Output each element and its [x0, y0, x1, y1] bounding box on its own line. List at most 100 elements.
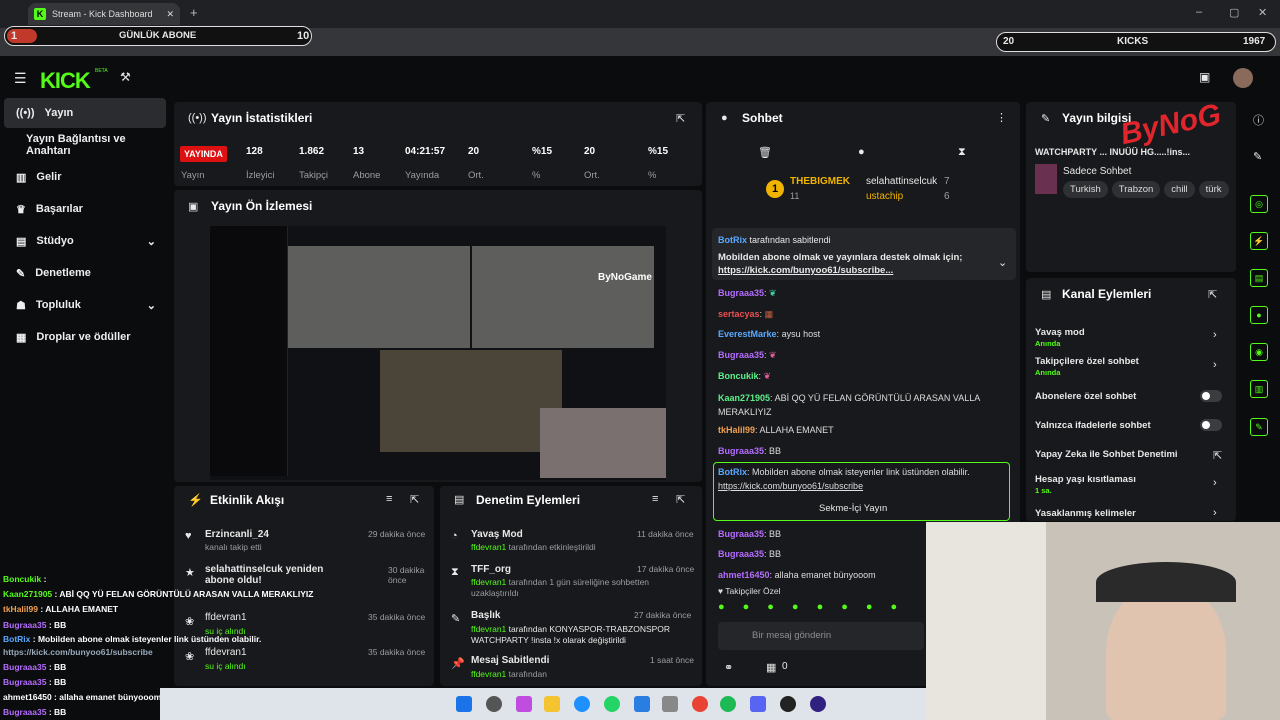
- community-icon: ☗: [16, 299, 26, 312]
- more-icon[interactable]: ⋮: [996, 111, 1007, 124]
- heart-icon: ♥: [718, 586, 724, 596]
- trash-icon[interactable]: 🗑: [758, 146, 772, 159]
- expand-icon[interactable]: ⇱: [1208, 288, 1217, 301]
- spotify-icon[interactable]: [720, 696, 736, 712]
- browser-tab[interactable]: K Stream - Kick Dashboard ✕: [28, 3, 180, 25]
- search-icon[interactable]: [486, 696, 502, 712]
- info-icon[interactable]: ⓘ: [1253, 112, 1264, 128]
- rail-lightning-icon[interactable]: ⚡: [1250, 232, 1268, 250]
- chevron-down-icon[interactable]: ⌄: [998, 256, 1007, 269]
- sidebar-item-basarilar[interactable]: ♛ Başarılar: [4, 194, 166, 224]
- filter-icon[interactable]: ≡: [386, 493, 392, 505]
- external-link-icon[interactable]: ⇱: [1213, 449, 1222, 462]
- tag: türk: [1198, 181, 1229, 198]
- copilot-icon[interactable]: [516, 696, 532, 712]
- sidebar-item-droplar[interactable]: ▦ Droplar ve ödüller: [4, 322, 166, 352]
- emote-icon: ❦: [763, 371, 772, 381]
- expand-icon[interactable]: ⇱: [676, 493, 685, 506]
- new-tab-icon[interactable]: +: [190, 5, 198, 20]
- stats-title: Yayın İstatistikleri: [211, 111, 313, 125]
- moderation-title: Denetim Eylemleri: [476, 493, 581, 507]
- chrome-icon[interactable]: [692, 696, 708, 712]
- discord-icon[interactable]: [750, 696, 766, 712]
- edit-icon: ✎: [451, 613, 461, 625]
- live-badge: YAYINDA: [180, 146, 227, 162]
- sidebar-item-gelir[interactable]: ▥ Gelir: [4, 162, 166, 192]
- pin-icon: 📌: [451, 658, 465, 670]
- menu-icon[interactable]: ☰: [14, 70, 27, 87]
- hourglass-icon: ⧗: [451, 566, 459, 578]
- expand-icon[interactable]: ⇱: [410, 493, 419, 506]
- sidebar-item-denetleme[interactable]: ✎ Denetleme: [4, 258, 166, 288]
- kick-favicon-icon: K: [34, 8, 46, 20]
- chevron-down-icon: ⌄: [146, 299, 156, 312]
- chevron-right-icon[interactable]: ›: [1213, 329, 1217, 341]
- filter-icon[interactable]: ≡: [652, 493, 658, 505]
- avatar[interactable]: [1233, 68, 1253, 88]
- chevron-right-icon[interactable]: ›: [1213, 507, 1217, 519]
- app-icon[interactable]: [662, 696, 678, 712]
- top-gifter: THEBIGMEK: [790, 176, 850, 187]
- store-icon[interactable]: [634, 696, 650, 712]
- preview-title: Yayın Ön İzlemesi: [211, 199, 313, 213]
- hourglass-icon[interactable]: ⧗: [958, 146, 966, 159]
- clipboard-icon: ▤: [454, 494, 465, 506]
- gift-icon: ❀: [185, 616, 195, 628]
- gift-icon: ❀: [185, 651, 195, 663]
- app-icon[interactable]: [780, 696, 796, 712]
- broadcast-icon: ((•)): [188, 112, 207, 124]
- minimize-icon[interactable]: –: [1196, 6, 1202, 18]
- daily-sub-goal: 1 GÜNLÜK ABONE 10: [4, 26, 312, 46]
- chevron-right-icon[interactable]: ›: [1213, 477, 1217, 489]
- preview-icon: ▣: [188, 201, 199, 213]
- slow-mode-icon: ◔: [451, 530, 458, 542]
- emote-icon: ❦: [769, 350, 777, 360]
- emote-bar[interactable]: ●●●●●●●●: [718, 601, 918, 617]
- pin-tool-icon[interactable]: ⚒: [120, 70, 131, 84]
- gift-icon[interactable]: ▣: [1199, 70, 1210, 84]
- rail-tool-icon[interactable]: ◎: [1250, 195, 1268, 213]
- chat-icon: ●: [721, 112, 728, 124]
- emote-only-toggle[interactable]: [1200, 419, 1222, 431]
- tab-title: Stream - Kick Dashboard: [52, 9, 153, 19]
- edit-icon[interactable]: ✎: [1253, 150, 1262, 163]
- wrench-icon: ✎: [1041, 113, 1051, 125]
- rail-broadcast-icon[interactable]: ◉: [1250, 343, 1268, 361]
- beta-badge: BETA: [95, 68, 108, 74]
- obs-icon[interactable]: [810, 696, 826, 712]
- expand-icon[interactable]: ⇱: [676, 112, 685, 125]
- wrench-icon: ✎: [16, 267, 26, 280]
- emote-icon: ❦: [769, 288, 777, 298]
- tag: Trabzon: [1111, 181, 1161, 198]
- sidebar-item-topluluk[interactable]: ☗ Topluluk ⌄: [4, 290, 166, 320]
- kick-logo[interactable]: KICK: [40, 68, 91, 94]
- message-input[interactable]: Bir mesaj gönderin: [718, 622, 924, 650]
- folder-icon[interactable]: [544, 696, 560, 712]
- rail-wrench-icon[interactable]: ✎: [1250, 418, 1268, 436]
- close-tab-icon[interactable]: ✕: [166, 9, 174, 20]
- chevron-down-icon: ⌄: [146, 235, 156, 248]
- rail-clipboard-icon[interactable]: ▤: [1250, 269, 1268, 287]
- windows-start-icon[interactable]: [456, 696, 472, 712]
- chart-icon: ▥: [16, 171, 27, 184]
- trophy-icon: ♛: [16, 203, 26, 216]
- top-nav: [0, 56, 1280, 100]
- chevron-right-icon[interactable]: ›: [1213, 359, 1217, 371]
- edge-icon[interactable]: [574, 696, 590, 712]
- rail-actions-icon[interactable]: ▥: [1250, 380, 1268, 398]
- subscribers-only-toggle[interactable]: [1200, 390, 1222, 402]
- chat-bubble-icon[interactable]: ●: [858, 146, 865, 158]
- sidebar-item-stream-key[interactable]: Yayın Bağlantısı ve Anahtarı: [4, 130, 166, 160]
- inline-stream-button[interactable]: Sekme-İçi Yayın: [819, 503, 887, 514]
- sidebar-item-studyo[interactable]: ▤ Stüdyo ⌄: [4, 226, 166, 256]
- sidebar-item-yayin[interactable]: ((•)) Yayın: [4, 98, 166, 128]
- close-window-icon[interactable]: ✕: [1258, 6, 1267, 19]
- star-icon: ★: [185, 567, 195, 579]
- rank-badge: 1: [766, 180, 784, 198]
- rail-chat-icon[interactable]: ●: [1250, 306, 1268, 324]
- stream-preview[interactable]: ByNoGame: [210, 226, 666, 480]
- whatsapp-icon[interactable]: [604, 696, 620, 712]
- gift-icon[interactable]: ▦: [766, 661, 776, 674]
- kicks-icon[interactable]: ⚭: [724, 661, 733, 674]
- maximize-icon[interactable]: ▢: [1229, 6, 1239, 19]
